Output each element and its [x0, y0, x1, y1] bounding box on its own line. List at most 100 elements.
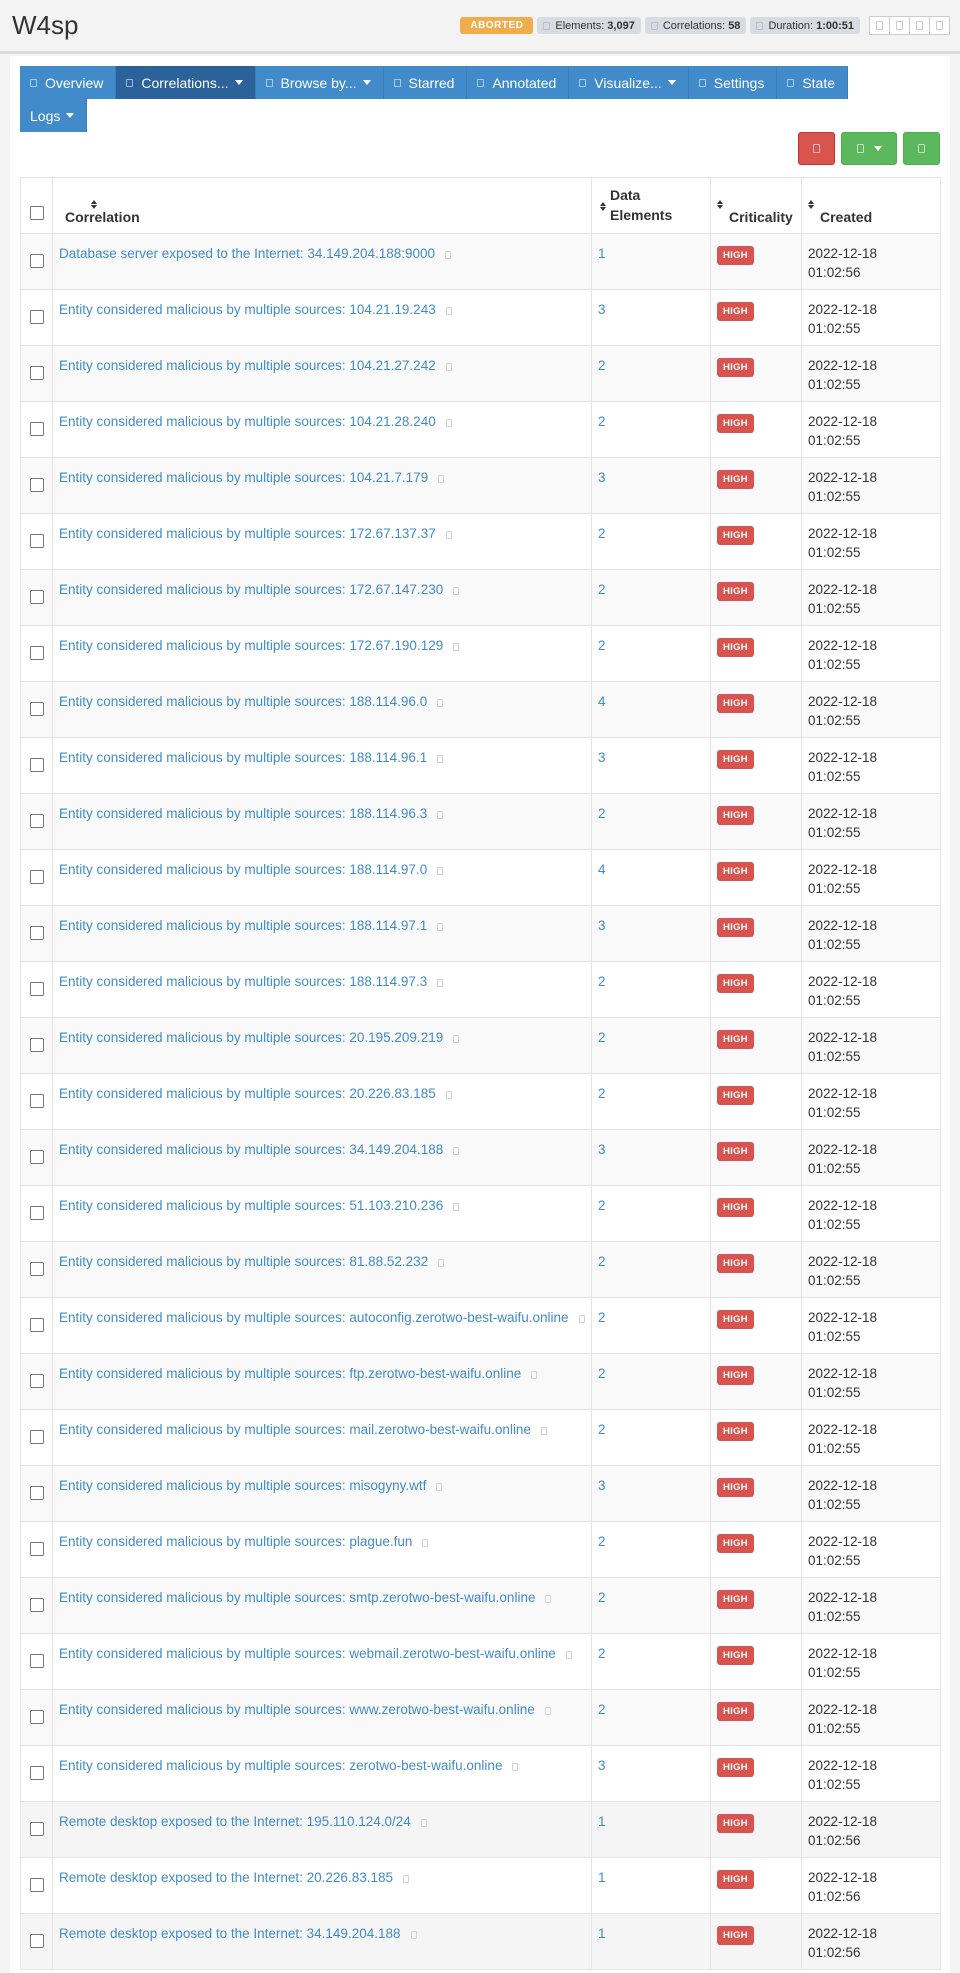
data-elements-count[interactable]: 2 — [598, 1534, 606, 1549]
row-checkbox[interactable] — [29, 254, 44, 268]
data-elements-count[interactable]: 2 — [598, 1702, 606, 1717]
eye-icon[interactable] — [445, 1091, 452, 1099]
correlation-link[interactable]: Entity considered malicious by multiple … — [59, 1646, 556, 1661]
row-checkbox[interactable] — [29, 1094, 44, 1108]
data-elements-count[interactable]: 2 — [598, 974, 606, 989]
table-row[interactable]: Entity considered malicious by multiple … — [20, 1633, 941, 1690]
correlation-link[interactable]: Entity considered malicious by multiple … — [59, 1702, 535, 1717]
correlation-link[interactable]: Entity considered malicious by multiple … — [59, 918, 427, 933]
row-checkbox[interactable] — [29, 1766, 44, 1780]
table-row[interactable]: Entity considered malicious by multiple … — [20, 905, 941, 962]
data-elements-count[interactable]: 2 — [598, 1086, 606, 1101]
eye-icon[interactable] — [437, 811, 444, 819]
row-checkbox[interactable] — [29, 1934, 44, 1948]
data-elements-count[interactable]: 2 — [598, 414, 606, 429]
table-row[interactable]: Entity considered malicious by multiple … — [20, 1017, 941, 1074]
row-checkbox[interactable] — [29, 1262, 44, 1276]
row-checkbox[interactable] — [29, 982, 44, 996]
eye-icon[interactable] — [445, 363, 452, 371]
table-row[interactable]: Entity considered malicious by multiple … — [20, 1129, 941, 1186]
table-row[interactable]: Remote desktop exposed to the Internet: … — [20, 1913, 941, 1970]
column-header-criticality[interactable]: Criticality — [710, 177, 802, 234]
correlation-link[interactable]: Entity considered malicious by multiple … — [59, 750, 427, 765]
eye-icon[interactable] — [445, 419, 452, 427]
eye-icon[interactable] — [437, 979, 444, 987]
eye-icon[interactable] — [437, 699, 444, 707]
table-row[interactable]: Entity considered malicious by multiple … — [20, 401, 941, 458]
table-row[interactable]: Entity considered malicious by multiple … — [20, 345, 941, 402]
correlation-link[interactable]: Remote desktop exposed to the Internet: … — [59, 1870, 393, 1885]
tab-browse-by[interactable]: Browse by... — [255, 66, 384, 99]
eye-icon[interactable] — [531, 1371, 538, 1379]
data-elements-count[interactable]: 4 — [598, 694, 606, 709]
tab-visualize[interactable]: Visualize... — [569, 66, 689, 99]
table-row[interactable]: Entity considered malicious by multiple … — [20, 1241, 941, 1298]
table-row[interactable]: Entity considered malicious by multiple … — [20, 849, 941, 906]
eye-icon[interactable] — [453, 1203, 460, 1211]
table-row[interactable]: Remote desktop exposed to the Internet: … — [20, 1857, 941, 1914]
correlation-link[interactable]: Entity considered malicious by multiple … — [59, 694, 427, 709]
correlation-link[interactable]: Entity considered malicious by multiple … — [59, 470, 428, 485]
table-row[interactable]: Entity considered malicious by multiple … — [20, 1353, 941, 1410]
table-row[interactable]: Entity considered malicious by multiple … — [20, 569, 941, 626]
data-elements-count[interactable]: 3 — [598, 1142, 606, 1157]
row-checkbox[interactable] — [29, 1430, 44, 1444]
eye-icon[interactable] — [422, 1539, 429, 1547]
table-row[interactable]: Entity considered malicious by multiple … — [20, 961, 941, 1018]
table-row[interactable]: Remote desktop exposed to the Internet: … — [20, 1801, 941, 1858]
data-elements-count[interactable]: 2 — [598, 526, 606, 541]
eye-icon[interactable] — [403, 1875, 409, 1883]
row-checkbox[interactable] — [29, 1038, 44, 1052]
eye-icon[interactable] — [453, 1035, 460, 1043]
row-checkbox[interactable] — [29, 422, 44, 436]
tab-starred[interactable]: Starred — [383, 66, 468, 99]
table-row[interactable]: Entity considered malicious by multiple … — [20, 1409, 941, 1466]
correlation-link[interactable]: Entity considered malicious by multiple … — [59, 414, 436, 429]
correlation-link[interactable]: Entity considered malicious by multiple … — [59, 638, 443, 653]
row-checkbox[interactable] — [29, 310, 44, 324]
data-elements-count[interactable]: 3 — [598, 1758, 606, 1773]
correlation-link[interactable]: Database server exposed to the Internet:… — [59, 246, 435, 261]
eye-icon[interactable] — [578, 1315, 585, 1323]
data-elements-count[interactable]: 3 — [598, 1478, 606, 1493]
tab-settings[interactable]: Settings — [688, 66, 778, 99]
data-elements-count[interactable]: 3 — [598, 918, 606, 933]
correlation-link[interactable]: Entity considered malicious by multiple … — [59, 862, 427, 877]
data-elements-count[interactable]: 3 — [598, 470, 606, 485]
table-row[interactable]: Entity considered malicious by multiple … — [20, 289, 941, 346]
data-elements-count[interactable]: 1 — [598, 1926, 606, 1941]
data-elements-count[interactable]: 2 — [598, 1422, 606, 1437]
table-row[interactable]: Entity considered malicious by multiple … — [20, 1689, 941, 1746]
data-elements-count[interactable]: 2 — [598, 1254, 606, 1269]
eye-icon[interactable] — [565, 1651, 572, 1659]
table-row[interactable]: Entity considered malicious by multiple … — [20, 1465, 941, 1522]
table-row[interactable]: Entity considered malicious by multiple … — [20, 457, 941, 514]
row-checkbox[interactable] — [29, 1822, 44, 1836]
eye-icon[interactable] — [437, 867, 444, 875]
row-checkbox[interactable] — [29, 1318, 44, 1332]
eye-icon[interactable] — [445, 531, 452, 539]
data-elements-count[interactable]: 1 — [598, 1870, 606, 1885]
table-row[interactable]: Entity considered malicious by multiple … — [20, 793, 941, 850]
row-checkbox[interactable] — [29, 814, 44, 828]
data-elements-count[interactable]: 3 — [598, 302, 606, 317]
table-row[interactable]: Entity considered malicious by multiple … — [20, 1297, 941, 1354]
data-elements-count[interactable]: 2 — [598, 1646, 606, 1661]
export-dropdown-button[interactable] — [841, 132, 897, 165]
data-elements-count[interactable]: 3 — [598, 750, 606, 765]
row-checkbox[interactable] — [29, 870, 44, 884]
row-checkbox[interactable] — [29, 1654, 44, 1668]
eye-icon[interactable] — [436, 1483, 443, 1491]
eye-icon[interactable] — [410, 1931, 417, 1939]
correlation-link[interactable]: Entity considered malicious by multiple … — [59, 1590, 535, 1605]
correlation-link[interactable]: Entity considered malicious by multiple … — [59, 974, 427, 989]
download-button[interactable] — [909, 16, 930, 35]
row-checkbox[interactable] — [29, 1710, 44, 1724]
data-elements-count[interactable]: 2 — [598, 806, 606, 821]
correlation-link[interactable]: Entity considered malicious by multiple … — [59, 1758, 502, 1773]
data-elements-count[interactable]: 2 — [598, 1198, 606, 1213]
correlation-link[interactable]: Entity considered malicious by multiple … — [59, 1030, 443, 1045]
table-row[interactable]: Entity considered malicious by multiple … — [20, 1745, 941, 1802]
correlation-link[interactable]: Entity considered malicious by multiple … — [59, 526, 436, 541]
eye-icon[interactable] — [544, 1707, 551, 1715]
